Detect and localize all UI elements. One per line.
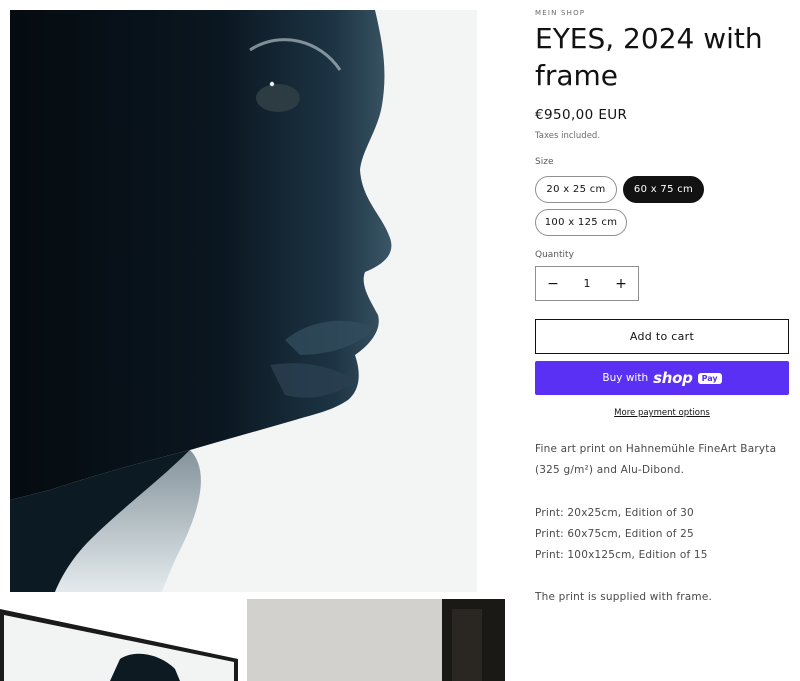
size-option-100x125[interactable]: 100 x 125 cm xyxy=(535,209,627,236)
description-line: (325 g/m²) and Alu-Dibond. xyxy=(535,464,685,476)
shop-logo: shop xyxy=(653,369,693,387)
product-title: EYES, 2024 with frame xyxy=(535,22,763,92)
product-thumbnail-1[interactable] xyxy=(0,599,240,681)
framed-print-thumbnail xyxy=(0,599,240,681)
quantity-increment-button[interactable]: + xyxy=(604,267,638,300)
description-line: Print: 100x125cm, Edition of 15 xyxy=(535,549,708,561)
product-main-image[interactable] xyxy=(10,10,477,592)
quantity-input[interactable]: 1 xyxy=(570,277,604,290)
description-line: Fine art print on Hahnemühle FineArt Bar… xyxy=(535,443,777,455)
vendor-name: MEIN SHOP xyxy=(535,9,586,17)
description-line: Print: 20x25cm, Edition of 30 xyxy=(535,507,694,519)
quantity-stepper: − 1 + xyxy=(535,266,639,301)
quantity-decrement-button[interactable]: − xyxy=(536,267,570,300)
room-view-thumbnail xyxy=(247,599,505,681)
buy-with-shop-pay-button[interactable]: Buy with shop Pay xyxy=(535,361,789,395)
pay-badge: Pay xyxy=(697,372,722,384)
portrait-photo xyxy=(10,10,477,592)
size-option-20x25[interactable]: 20 x 25 cm xyxy=(535,176,617,203)
buy-with-label: Buy with xyxy=(602,372,649,384)
description-line: The print is supplied with frame. xyxy=(535,591,713,603)
product-price: €950,00 EUR xyxy=(535,107,628,123)
size-option-60x75[interactable]: 60 x 75 cm xyxy=(623,176,704,203)
add-to-cart-button[interactable]: Add to cart xyxy=(535,319,789,354)
product-thumbnail-2[interactable] xyxy=(247,599,505,681)
description-line: Print: 60x75cm, Edition of 25 xyxy=(535,528,694,540)
tax-note: Taxes included. xyxy=(535,131,601,141)
size-label: Size xyxy=(535,157,554,167)
quantity-label: Quantity xyxy=(535,250,574,260)
more-payment-options-link[interactable]: More payment options xyxy=(535,408,789,418)
